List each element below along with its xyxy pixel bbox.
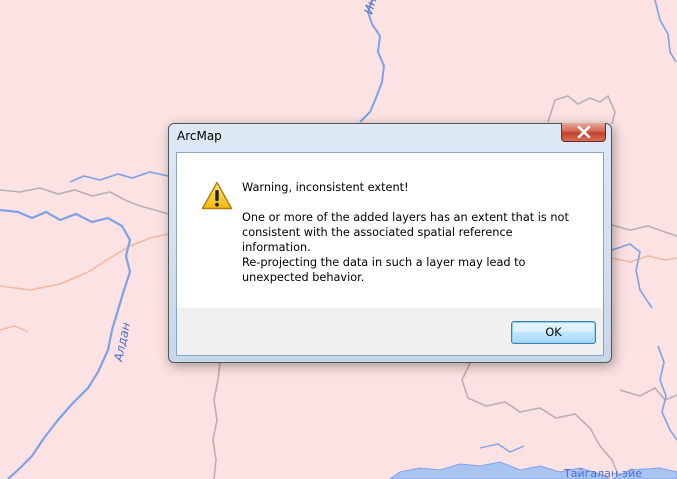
dialog-button-bar: OK [177, 308, 603, 355]
admin-border [0, 187, 169, 215]
river [479, 443, 525, 453]
admin-border [619, 386, 677, 401]
river [0, 208, 132, 479]
admin-border [547, 94, 616, 125]
admin-border [461, 362, 621, 479]
warning-heading: Warning, inconsistent extent! [242, 181, 409, 194]
warning-triangle-icon [201, 181, 233, 210]
warning-message: One or more of the added layers has an e… [242, 211, 569, 254]
dialog-client-area: Warning, inconsistent extent! One or mor… [176, 152, 604, 356]
river-label-top: Ин [361, 0, 379, 16]
admin-border [212, 362, 221, 479]
river [654, 0, 677, 63]
river [657, 345, 677, 441]
close-button[interactable] [561, 123, 606, 142]
admin-border [611, 224, 677, 237]
road [611, 255, 677, 263]
warning-detail: Re-projecting the data in such a layer m… [242, 256, 526, 284]
river [69, 171, 169, 183]
dialog-titlebar[interactable]: ArcMap [169, 123, 611, 150]
dialog-content: Warning, inconsistent extent! One or mor… [177, 153, 603, 308]
river-label-left: Алдан [111, 321, 133, 364]
river [359, 0, 386, 123]
dialog-title: ArcMap [177, 129, 222, 143]
arcmap-warning-dialog: ArcMap Warning, inconsistent extent! One… [168, 123, 612, 363]
river [611, 243, 653, 309]
road [0, 325, 29, 333]
close-icon [577, 126, 591, 138]
road [0, 233, 169, 291]
lake-label: Тайгалан-эйе [563, 467, 642, 479]
ok-button[interactable]: OK [511, 321, 596, 344]
